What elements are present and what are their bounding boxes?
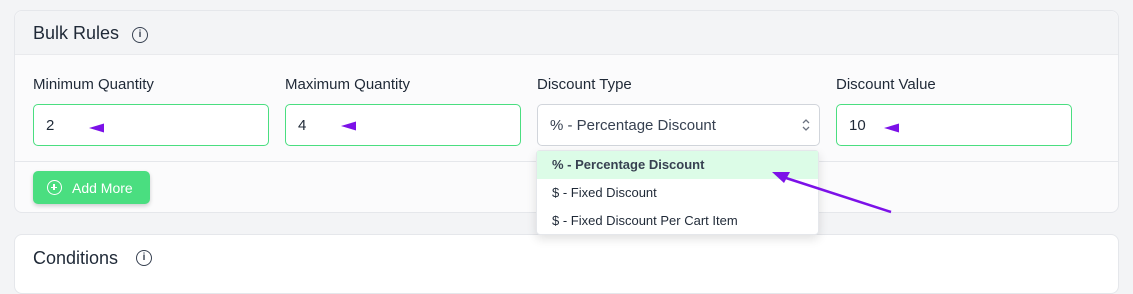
discount-value-value: 10: [849, 117, 866, 134]
min-quantity-value: 2: [46, 117, 55, 134]
min-quantity-input[interactable]: 2: [33, 104, 269, 146]
bulk-rules-title: Bulk Rules: [33, 23, 120, 43]
max-quantity-label: Maximum Quantity: [285, 76, 411, 93]
dropdown-option-percentage[interactable]: % - Percentage Discount: [537, 151, 818, 179]
add-more-label: Add More: [72, 179, 133, 196]
discount-type-dropdown: % - Percentage Discount $ - Fixed Discou…: [536, 150, 819, 235]
max-quantity-value: 4: [298, 117, 307, 134]
conditions-title: Conditions: [33, 248, 119, 268]
discount-type-select[interactable]: % - Percentage Discount: [537, 104, 820, 146]
discount-value-input[interactable]: 10: [836, 104, 1072, 146]
discount-type-label: Discount Type: [537, 76, 632, 93]
info-icon[interactable]: i: [132, 27, 148, 43]
min-quantity-label: Minimum Quantity: [33, 76, 154, 93]
select-chevron-icon: [802, 119, 810, 131]
discount-type-value: % - Percentage Discount: [550, 117, 716, 134]
dropdown-option-fixed[interactable]: $ - Fixed Discount: [537, 179, 818, 207]
add-more-button[interactable]: Add More: [33, 171, 150, 204]
dropdown-option-fixed-per-item[interactable]: $ - Fixed Discount Per Cart Item: [537, 207, 818, 235]
max-quantity-input[interactable]: 4: [285, 104, 521, 146]
conditions-panel: Conditions i: [14, 234, 1119, 294]
plus-circle-icon: [47, 180, 62, 195]
info-icon[interactable]: i: [136, 250, 152, 266]
bulk-rules-header: Bulk Rules i: [15, 11, 1118, 55]
discount-value-label: Discount Value: [836, 76, 936, 93]
